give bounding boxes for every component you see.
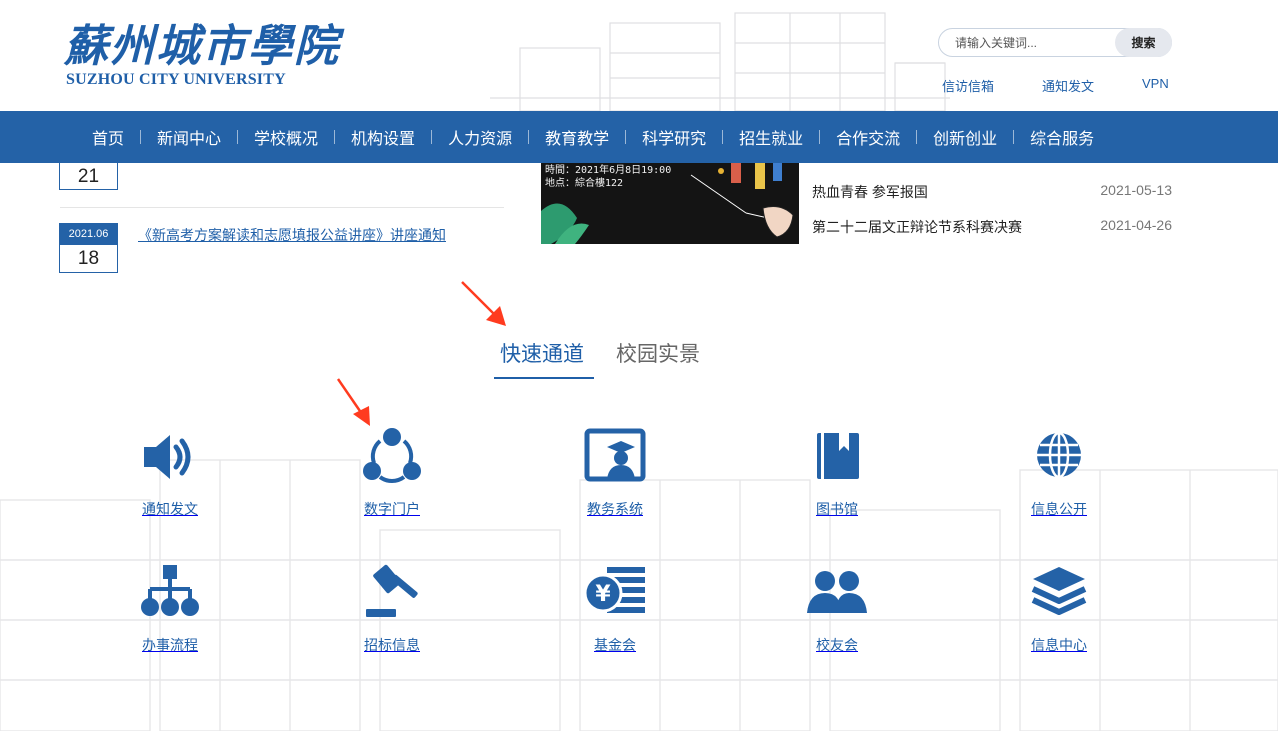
news-list-date: 2021-05-13 <box>1100 182 1172 198</box>
quick-link-info-center[interactable]: 信息中心 <box>999 561 1119 655</box>
nav-item-about: 学校概况 <box>238 125 334 149</box>
tab-campus-view[interactable]: 校园实景 <box>616 338 700 368</box>
news-date-day: 18 <box>59 245 118 273</box>
quick-link-label: 通知发文 <box>142 501 198 517</box>
quick-link-label: 数字门户 <box>364 501 420 517</box>
quick-link-label: 基金会 <box>594 637 636 653</box>
news-list-item[interactable]: 第二十二届文正辩论节系科赛决赛 2021-04-26 <box>812 217 1172 237</box>
quick-link-foundation[interactable]: ¥ 基金会 <box>555 561 675 655</box>
news-list-item[interactable]: 热血青春 参军报国 2021-05-13 <box>812 182 1172 202</box>
nav-item-news: 新闻中心 <box>141 125 237 149</box>
quick-link-procedures[interactable]: 办事流程 <box>110 561 230 655</box>
nav-item-cooperation: 合作交流 <box>820 125 916 149</box>
nav-list: 首页 新闻中心 学校概况 机构设置 人力资源 教育教学 科学研究 招生就业 合作… <box>76 111 1110 163</box>
nav-link-innovation[interactable]: 创新创业 <box>917 125 1013 149</box>
nav-link-hr[interactable]: 人力资源 <box>432 125 528 149</box>
search-button[interactable]: 搜索 <box>1115 28 1172 57</box>
quick-link-label: 信息中心 <box>1031 637 1087 653</box>
nav-item-organization: 机构设置 <box>335 125 431 149</box>
nav-item-admissions: 招生就业 <box>723 125 819 149</box>
quick-link-label: 校友会 <box>816 637 858 653</box>
search-box: 搜索 <box>938 28 1172 57</box>
quick-link-label: 教务系统 <box>587 501 643 517</box>
news-divider <box>60 207 504 208</box>
search-input[interactable] <box>955 33 1105 53</box>
globe-icon <box>1037 431 1081 479</box>
quick-link-notices[interactable]: 通知发文 <box>110 425 230 519</box>
news-list-date: 2021-04-26 <box>1100 217 1172 233</box>
annotation-arrow-icon <box>336 378 370 426</box>
news-item-title[interactable]: 《新高考方案解读和志愿填报公益讲座》讲座通知 <box>138 225 446 245</box>
quick-link-portal[interactable]: 数字门户 <box>332 425 452 519</box>
nav-item-research: 科学研究 <box>626 125 722 149</box>
quick-link-information-disclosure[interactable]: 信息公开 <box>999 425 1119 519</box>
vpn-link[interactable]: VPN <box>1142 76 1169 91</box>
speaker-icon <box>144 435 191 479</box>
complaint-mailbox-link[interactable]: 信访信箱 <box>942 76 994 95</box>
quick-link-alumni[interactable]: 校友会 <box>777 561 897 655</box>
news-date-badge: 21 <box>59 163 118 190</box>
nav-item-education: 教育教学 <box>529 125 625 149</box>
nav-link-admissions[interactable]: 招生就业 <box>723 125 819 149</box>
quick-link-label: 招标信息 <box>364 637 420 653</box>
main-navigation: 首页 新闻中心 学校概况 机构设置 人力资源 教育教学 科学研究 招生就业 合作… <box>0 111 1278 163</box>
university-logo-chinese[interactable]: 蘇州城市學院 <box>64 10 340 74</box>
gavel-icon <box>366 564 418 617</box>
tab-quick-access[interactable]: 快速通道 <box>500 338 584 368</box>
nav-link-organization[interactable]: 机构设置 <box>335 125 431 149</box>
book-icon <box>817 433 859 479</box>
graduate-icon <box>584 428 646 482</box>
svg-text:¥: ¥ <box>595 582 611 607</box>
nav-item-innovation: 创新创业 <box>917 125 1013 149</box>
nav-link-services[interactable]: 综合服务 <box>1014 125 1110 149</box>
notices-link[interactable]: 通知发文 <box>1042 76 1094 95</box>
news-date-month: 2021.06 <box>59 223 118 245</box>
quick-link-label: 办事流程 <box>142 637 198 653</box>
news-featured-image[interactable]: 時間：2021年6月8日19:00 地点：綜合樓122 <box>541 163 799 244</box>
users-icon <box>807 571 867 613</box>
nav-item-services: 综合服务 <box>1014 125 1110 149</box>
building-sketch-background <box>490 12 950 111</box>
nav-link-cooperation[interactable]: 合作交流 <box>820 125 916 149</box>
layers-icon <box>1031 567 1087 615</box>
annotation-arrow-icon <box>461 281 506 326</box>
nav-item-hr: 人力资源 <box>432 125 528 149</box>
nav-link-education[interactable]: 教育教学 <box>529 125 625 149</box>
poster-location-text: 地点：綜合樓122 <box>545 178 624 189</box>
nav-link-news[interactable]: 新闻中心 <box>141 125 237 149</box>
nav-link-research[interactable]: 科学研究 <box>626 125 722 149</box>
quick-link-library[interactable]: 图书馆 <box>777 425 897 519</box>
quick-link-tenders[interactable]: 招标信息 <box>332 561 452 655</box>
quick-link-label: 信息公开 <box>1031 501 1087 517</box>
university-logo-english[interactable]: SUZHOU CITY UNIVERSITY <box>66 71 286 89</box>
tab-active-underline <box>494 377 594 379</box>
news-date-day: 21 <box>59 163 118 190</box>
news-date-badge: 2021.06 18 <box>59 223 118 273</box>
quick-link-academic-system[interactable]: 教务系统 <box>555 425 675 519</box>
nav-link-about[interactable]: 学校概况 <box>238 125 334 149</box>
news-list-title[interactable]: 热血青春 参军报国 <box>812 182 928 202</box>
news-list-title[interactable]: 第二十二届文正辩论节系科赛决赛 <box>812 217 1022 237</box>
share-network-icon <box>363 428 421 483</box>
nav-link-home[interactable]: 首页 <box>76 125 140 149</box>
sitemap-icon <box>141 565 199 616</box>
site-header: 蘇州城市學院 SUZHOU CITY UNIVERSITY 搜索 信访信箱 通知… <box>0 0 1278 111</box>
nav-item-home: 首页 <box>76 125 140 149</box>
money-icon: ¥ <box>583 567 645 613</box>
quick-link-label: 图书馆 <box>816 501 858 517</box>
